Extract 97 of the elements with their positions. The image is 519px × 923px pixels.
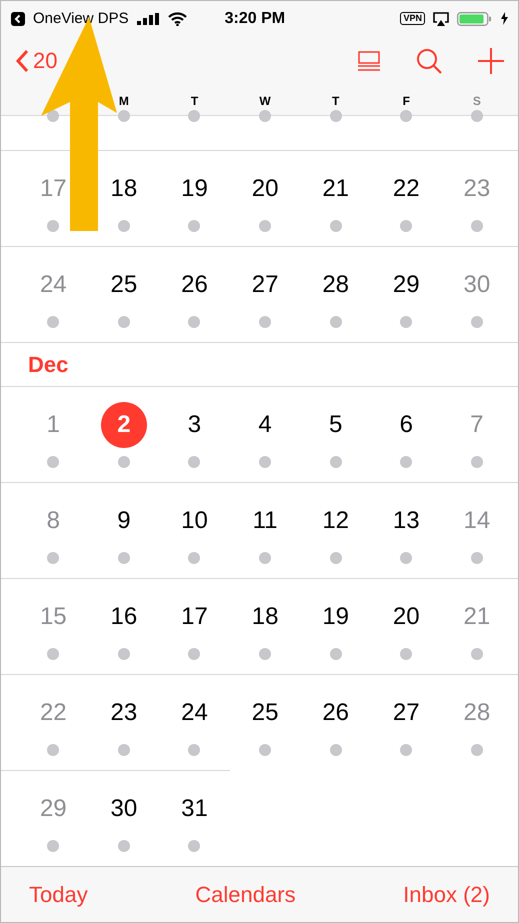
day-number[interactable]: 30 (110, 786, 138, 832)
day-number[interactable]: 20 (252, 166, 278, 212)
event-dot (118, 744, 130, 756)
day-number[interactable]: 26 (322, 690, 350, 736)
event-dot (259, 456, 272, 468)
day-number[interactable]: 16 (110, 594, 138, 640)
back-chevron-icon (15, 49, 29, 73)
search-icon[interactable] (416, 48, 442, 74)
day-number[interactable]: 6 (400, 402, 413, 448)
event-dot (330, 316, 342, 328)
event-dot (400, 744, 412, 756)
battery-icon (457, 12, 493, 26)
day-number[interactable]: 20 (392, 594, 420, 640)
day-number[interactable]: 3 (188, 402, 202, 448)
event-dot (259, 316, 272, 328)
weekday-label: T (190, 94, 200, 108)
event-dot (47, 552, 60, 564)
day-number[interactable]: 12 (322, 498, 350, 544)
event-dot (330, 744, 342, 756)
day-number[interactable]: 11 (252, 498, 278, 544)
event-dot (118, 316, 130, 328)
day-number[interactable]: 10 (181, 498, 208, 544)
event-dot (118, 648, 130, 660)
event-dot (47, 220, 60, 232)
day-number[interactable]: 28 (322, 262, 350, 308)
event-dot (188, 316, 200, 328)
event-dot (330, 648, 342, 660)
day-number[interactable]: 21 (322, 166, 350, 212)
event-dot (330, 456, 342, 468)
day-number[interactable]: 27 (392, 690, 420, 736)
signal-icon (136, 12, 160, 24)
day-number[interactable]: 5 (328, 402, 342, 448)
event-dot (47, 648, 60, 660)
day-number[interactable]: 27 (252, 262, 278, 308)
day-number[interactable]: 17 (181, 594, 208, 640)
event-dot (47, 840, 60, 852)
day-number[interactable]: 25 (252, 690, 278, 736)
event-dot (400, 316, 412, 328)
weekday-label: F (402, 94, 411, 108)
day-number[interactable]: 4 (258, 402, 272, 448)
list-view-icon[interactable] (358, 51, 380, 71)
month-label: Dec (28, 352, 68, 378)
event-dot (470, 648, 483, 660)
back-app-icon[interactable] (11, 12, 25, 26)
event-dot (47, 744, 60, 756)
event-dot (470, 456, 483, 468)
charging-icon (501, 12, 508, 25)
event-dot (118, 220, 130, 232)
event-dot (330, 552, 342, 564)
back-app-label[interactable]: OneView DPS (33, 10, 129, 27)
event-dot (400, 648, 412, 660)
event-dot (259, 220, 272, 232)
event-dot (400, 456, 412, 468)
day-number[interactable]: 19 (181, 166, 208, 212)
day-number[interactable]: 18 (110, 166, 138, 212)
event-dot (188, 744, 200, 756)
event-dot (400, 552, 412, 564)
event-dot (470, 552, 483, 564)
event-dot (118, 840, 130, 852)
event-dot (188, 552, 200, 564)
vpn-badge: VPN (400, 12, 425, 25)
day-number[interactable]: 19 (322, 594, 350, 640)
day-number[interactable]: 18 (252, 594, 278, 640)
day-number[interactable]: 24 (181, 690, 208, 736)
event-dot (47, 456, 60, 468)
day-number[interactable]: 31 (181, 786, 208, 832)
weekday-label: M (118, 94, 130, 108)
event-dot (470, 316, 483, 328)
airplay-icon (433, 12, 449, 26)
event-dot (259, 744, 272, 756)
weekday-label: W (258, 94, 272, 108)
day-number[interactable]: 23 (110, 690, 138, 736)
weekday-label: T (331, 94, 340, 108)
event-dot (470, 744, 483, 756)
wifi-icon (168, 12, 187, 26)
event-dot (47, 316, 60, 328)
day-number[interactable]: 22 (392, 166, 420, 212)
day-number[interactable]: 25 (110, 262, 138, 308)
event-dot (188, 220, 200, 232)
day-number[interactable]: 13 (392, 498, 420, 544)
event-dot (118, 552, 130, 564)
day-number[interactable]: 26 (181, 262, 208, 308)
event-dot (259, 648, 272, 660)
day-number[interactable]: 2 (100, 402, 147, 448)
event-dot (188, 648, 200, 660)
event-dot (118, 456, 130, 468)
event-dot (259, 552, 272, 564)
event-dot (188, 456, 200, 468)
event-dot (330, 220, 342, 232)
event-dot (470, 220, 483, 232)
add-icon[interactable] (478, 48, 504, 74)
event-dot (400, 220, 412, 232)
weekday-label: S (472, 94, 482, 108)
day-number[interactable]: 29 (392, 262, 420, 308)
event-dot (188, 840, 200, 852)
status-time: 3:20 PM (224, 10, 286, 28)
day-number[interactable]: 9 (117, 498, 131, 544)
